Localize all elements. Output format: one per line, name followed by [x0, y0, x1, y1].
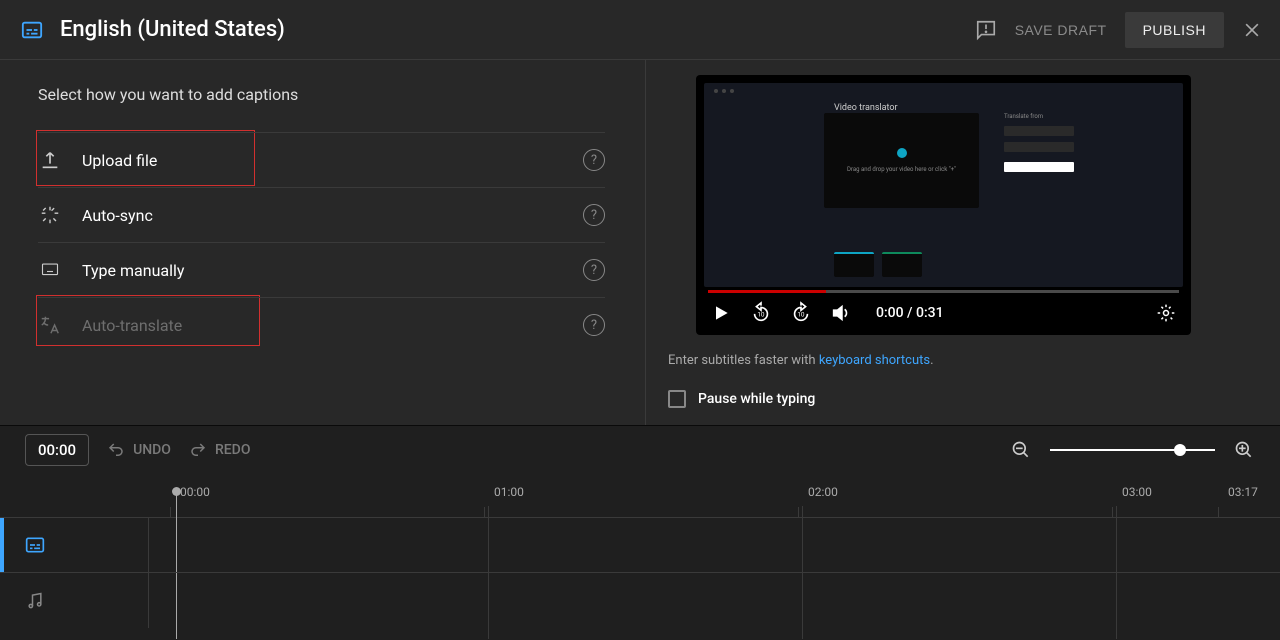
- svg-text:10: 10: [757, 311, 765, 319]
- help-icon[interactable]: ?: [583, 314, 605, 336]
- option-label: Type manually: [82, 261, 573, 280]
- option-type-manually[interactable]: Type manually ?: [38, 242, 605, 297]
- timeline-toolbar: 00:00 UNDO REDO: [0, 425, 1280, 473]
- redo-button[interactable]: REDO: [189, 441, 251, 459]
- audio-track[interactable]: [0, 573, 1280, 628]
- page-title: English (United States): [60, 17, 975, 42]
- option-label: Auto-sync: [82, 206, 573, 225]
- caption-track-icon: [0, 535, 70, 555]
- close-icon[interactable]: [1242, 20, 1262, 40]
- ruler-tick: 03:17: [1228, 485, 1258, 499]
- svg-text:10: 10: [797, 311, 805, 319]
- keyboard-icon: [38, 258, 62, 282]
- option-auto-translate[interactable]: Auto-translate ?: [38, 297, 605, 352]
- option-upload-file[interactable]: Upload file ?: [38, 132, 605, 187]
- subtitles-icon: [18, 19, 46, 41]
- video-controls: 10 10 0:00 / 0:31: [696, 291, 1191, 335]
- pause-checkbox[interactable]: [668, 390, 686, 408]
- pause-while-typing-row[interactable]: Pause while typing: [668, 390, 1245, 408]
- help-icon[interactable]: ?: [583, 204, 605, 226]
- rewind-10-icon[interactable]: 10: [750, 302, 772, 324]
- publish-button[interactable]: PUBLISH: [1125, 12, 1224, 48]
- sparkle-icon: [38, 203, 62, 227]
- header-actions: SAVE DRAFT PUBLISH: [975, 12, 1262, 48]
- caption-track[interactable]: [0, 518, 1280, 573]
- undo-button[interactable]: UNDO: [107, 441, 171, 459]
- settings-icon[interactable]: [1155, 302, 1177, 324]
- play-icon[interactable]: [710, 302, 732, 324]
- instruction-text: Select how you want to add captions: [38, 85, 605, 104]
- ruler-tick: 03:00: [1122, 485, 1152, 499]
- main-content: Select how you want to add captions Uplo…: [0, 60, 1280, 425]
- timeline-ruler[interactable]: 00:00 01:00 02:00 03:00 03:17: [0, 473, 1280, 518]
- keyboard-shortcuts-link[interactable]: keyboard shortcuts: [819, 353, 930, 368]
- option-label: Upload file: [82, 151, 573, 170]
- translate-icon: [38, 313, 62, 337]
- video-thumbnail: Video translator Drag and drop your vide…: [704, 83, 1183, 287]
- ruler-tick: 01:00: [494, 485, 524, 499]
- zoom-out-icon[interactable]: [1010, 439, 1032, 461]
- option-label: Auto-translate: [82, 316, 573, 335]
- zoom-slider[interactable]: [1050, 449, 1215, 451]
- forward-10-icon[interactable]: 10: [790, 302, 812, 324]
- volume-icon[interactable]: [830, 302, 852, 324]
- shortcut-hint: Enter subtitles faster with keyboard sho…: [668, 353, 1245, 368]
- option-auto-sync[interactable]: Auto-sync ?: [38, 187, 605, 242]
- video-player: Video translator Drag and drop your vide…: [696, 75, 1191, 335]
- current-time-chip[interactable]: 00:00: [25, 434, 89, 466]
- ruler-tick: 00:00: [180, 485, 210, 499]
- options-pane: Select how you want to add captions Uplo…: [0, 60, 646, 425]
- save-draft-button[interactable]: SAVE DRAFT: [1015, 22, 1107, 38]
- feedback-icon[interactable]: [975, 19, 997, 41]
- pause-label: Pause while typing: [698, 391, 815, 407]
- preview-pane: Video translator Drag and drop your vide…: [646, 60, 1280, 425]
- music-note-icon: [0, 591, 70, 611]
- help-icon[interactable]: ?: [583, 259, 605, 281]
- video-time: 0:00 / 0:31: [876, 305, 944, 321]
- help-icon[interactable]: ?: [583, 149, 605, 171]
- header-bar: English (United States) SAVE DRAFT PUBLI…: [0, 0, 1280, 60]
- upload-icon: [38, 148, 62, 172]
- thumb-title: Video translator: [834, 103, 898, 113]
- zoom-in-icon[interactable]: [1233, 439, 1255, 461]
- timeline[interactable]: 00:00 01:00 02:00 03:00 03:17: [0, 473, 1280, 640]
- ruler-tick: 02:00: [808, 485, 838, 499]
